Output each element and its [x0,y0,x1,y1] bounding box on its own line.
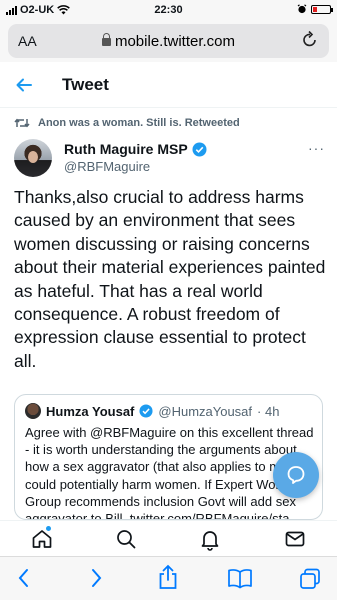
battery-icon [311,4,333,14]
browser-forward-button[interactable] [88,567,104,594]
tab-search[interactable] [114,527,138,551]
address-bar[interactable]: AA mobile.twitter.com [8,24,329,58]
page-header: Tweet [0,62,337,108]
bookmarks-button[interactable] [227,567,253,594]
chevron-left-icon [18,569,28,587]
quoted-timestamp: · 4h [257,403,280,419]
chevron-right-icon [92,569,102,587]
compose-icon [287,466,305,484]
lock-icon [101,33,111,46]
quoted-avatar [25,403,41,419]
retweet-context[interactable]: Anon was a woman. Still is. Retweeted [14,117,240,129]
author-handle[interactable]: @RBFMaguire [64,159,150,174]
messages-icon [285,531,305,547]
browser-back-button[interactable] [16,567,32,594]
more-options-button[interactable]: ··· [308,140,325,156]
reload-icon [303,30,316,47]
arrow-left-icon [16,78,32,92]
quoted-author-handle: @HumzaYousaf [158,403,253,419]
share-icon [159,564,177,589]
browser-address-area: AA mobile.twitter.com [0,20,337,62]
tab-home[interactable] [30,527,54,551]
status-bar: O2-UK 22:30 [0,0,337,20]
verified-badge-icon [139,404,153,418]
back-button[interactable] [14,75,34,100]
tab-messages[interactable] [283,527,307,551]
compose-button[interactable] [273,452,319,498]
tabs-button[interactable] [298,567,322,596]
retweet-label: Anon was a woman. Still is. Retweeted [38,117,240,129]
alarm-icon [297,4,307,14]
bottom-navigation [0,520,337,556]
tweet-text: Thanks,also crucial to address harms cau… [14,187,326,371]
share-button[interactable] [157,564,179,595]
bookmarks-icon [228,569,252,589]
tab-notifications[interactable] [198,527,222,551]
quoted-tweet[interactable]: Humza Yousaf @HumzaYousaf · 4h Agree wit… [14,394,323,520]
avatar[interactable] [14,139,52,177]
home-icon [32,530,52,548]
status-time: 22:30 [154,4,183,16]
url-text[interactable]: mobile.twitter.com [115,33,235,50]
search-icon [117,530,136,549]
browser-toolbar [0,556,337,600]
notifications-icon [201,531,219,551]
retweet-icon [14,118,30,128]
verified-badge-icon [192,142,207,156]
reload-button[interactable] [301,30,319,55]
unread-indicator [46,526,51,531]
quoted-author-name: Humza Yousaf [46,403,135,419]
tabs-icon [300,568,320,589]
page-title: Tweet [62,75,109,94]
author-name[interactable]: Ruth Maguire MSP [64,141,188,157]
